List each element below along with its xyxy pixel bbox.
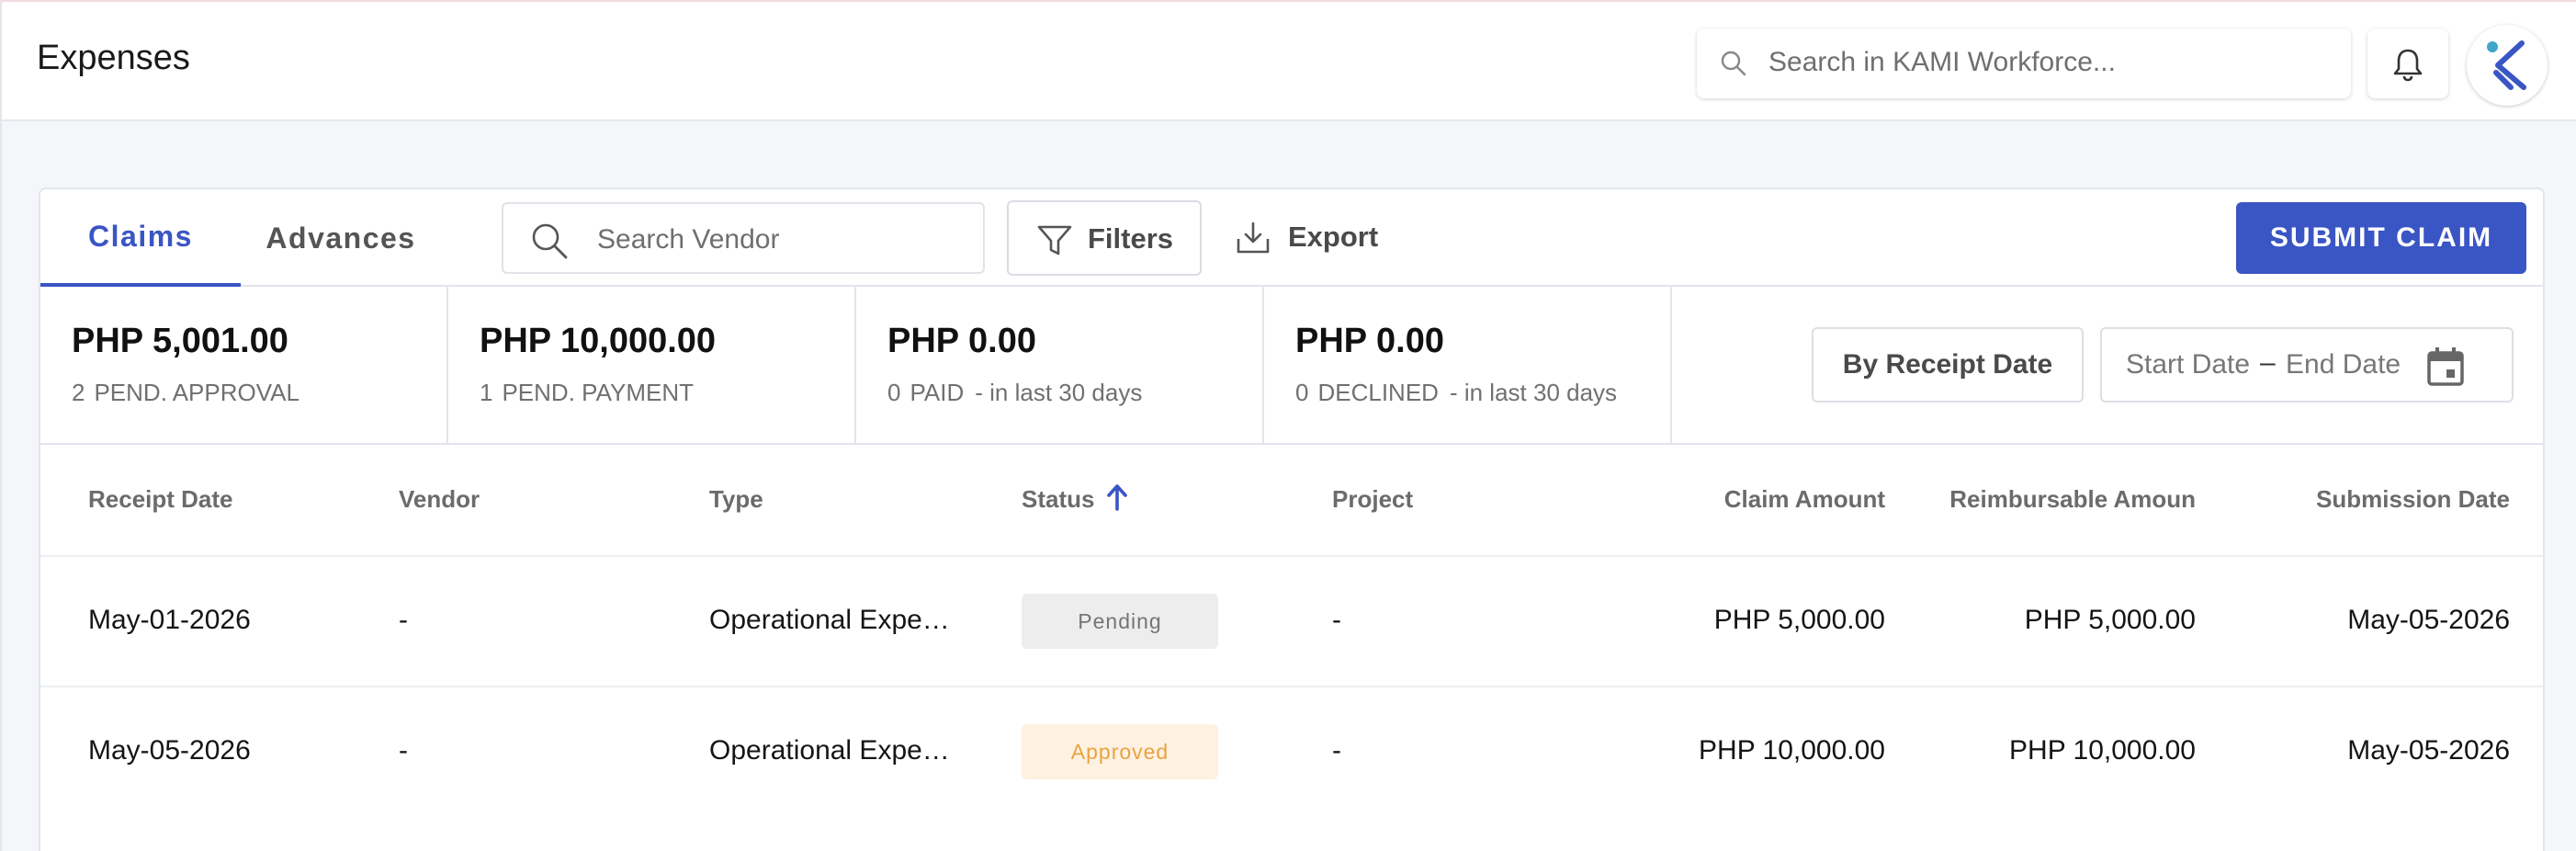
sort-ascending-icon[interactable] xyxy=(1106,483,1128,511)
summary-count: 1 xyxy=(480,379,493,406)
summary-amount: PHP 5,001.00 xyxy=(72,322,288,360)
summary-count: 0 xyxy=(1295,379,1309,406)
cell-reimbursable-amount: PHP 5,000.00 xyxy=(2024,605,2196,635)
bell-icon xyxy=(2393,49,2423,82)
summary-count: 2 xyxy=(72,379,85,406)
status-badge: Approved xyxy=(1022,724,1218,779)
cell-vendor: - xyxy=(399,735,408,766)
cell-type: Operational Expe… xyxy=(709,605,950,635)
summary-period: - in last 30 days xyxy=(1449,379,1618,406)
status-badge: Pending xyxy=(1022,594,1218,649)
filters-label: Filters xyxy=(1088,222,1174,255)
end-date-placeholder: End Date xyxy=(2286,349,2401,380)
cell-submission-date: May-05-2026 xyxy=(2347,605,2510,635)
cell-vendor: - xyxy=(399,605,408,635)
summary-paid[interactable]: PHP 0.00 0 PAID - in last 30 days xyxy=(856,287,1264,443)
cell-project: - xyxy=(1332,735,1341,766)
vendor-search-placeholder: Search Vendor xyxy=(597,224,780,255)
cell-reimbursable-amount: PHP 10,000.00 xyxy=(2009,735,2196,766)
calendar-icon[interactable] xyxy=(2425,346,2466,388)
column-project[interactable]: Project xyxy=(1332,485,1413,514)
start-date-placeholder: Start Date xyxy=(2126,349,2251,380)
global-search-placeholder: Search in KAMI Workforce... xyxy=(1768,47,2116,77)
column-submission-date[interactable]: Submission Date xyxy=(2316,485,2510,514)
summary-status: PEND. PAYMENT xyxy=(502,379,694,406)
date-separator: – xyxy=(2260,347,2276,378)
table-header: Receipt Date Vendor Type Status Project … xyxy=(40,445,2543,557)
top-header: Expenses Search in KAMI Workforce... xyxy=(2,2,2576,121)
kami-logo-icon xyxy=(2487,40,2526,90)
column-receipt-date[interactable]: Receipt Date xyxy=(88,485,233,514)
search-icon xyxy=(1719,49,1748,78)
cell-receipt-date: May-05-2026 xyxy=(88,735,251,766)
summary-amount: PHP 0.00 xyxy=(1295,322,1444,360)
summary-pending-approval[interactable]: PHP 5,001.00 2 PEND. APPROVAL xyxy=(40,287,448,443)
summary-status: PAID xyxy=(910,379,965,406)
export-label: Export xyxy=(1288,221,1379,253)
summary-caption: 1 PEND. PAYMENT xyxy=(480,379,694,407)
filters-button[interactable]: Filters xyxy=(1007,200,1202,276)
summary-declined[interactable]: PHP 0.00 0 DECLINED - in last 30 days xyxy=(1264,287,1672,443)
summary-count: 0 xyxy=(887,379,901,406)
date-range-picker[interactable]: Start Date – End Date xyxy=(2100,327,2514,403)
table-row[interactable]: May-05-2026 - Operational Expe… Approved… xyxy=(40,687,2543,818)
summary-caption: 0 PAID - in last 30 days xyxy=(887,379,1142,407)
cell-receipt-date: May-01-2026 xyxy=(88,605,251,635)
notifications-button[interactable] xyxy=(2367,28,2448,98)
column-status[interactable]: Status xyxy=(1022,485,1094,514)
by-receipt-date-button[interactable]: By Receipt Date xyxy=(1812,327,2084,403)
vendor-search-input[interactable]: Search Vendor xyxy=(502,202,985,274)
summary-pending-payment[interactable]: PHP 10,000.00 1 PEND. PAYMENT xyxy=(448,287,856,443)
column-claim-amount[interactable]: Claim Amount xyxy=(1724,485,1885,514)
cell-type: Operational Expe… xyxy=(709,735,950,766)
export-icon xyxy=(1237,221,1270,254)
cell-submission-date: May-05-2026 xyxy=(2347,735,2510,766)
summary-row: PHP 5,001.00 2 PEND. APPROVAL PHP 10,000.… xyxy=(40,287,2543,445)
cell-project: - xyxy=(1332,605,1341,635)
global-search-input[interactable]: Search in KAMI Workforce... xyxy=(1697,28,2351,98)
app-window: Expenses Search in KAMI Workforce... Cla… xyxy=(0,0,2576,851)
table-row[interactable]: May-01-2026 - Operational Expe… Pending … xyxy=(40,557,2543,687)
summary-status: PEND. APPROVAL xyxy=(94,379,299,406)
summary-amount: PHP 0.00 xyxy=(887,322,1036,360)
claims-toolbar: Claims Advances Search Vendor Filters Ex… xyxy=(40,189,2543,287)
summary-caption: 0 DECLINED - in last 30 days xyxy=(1295,379,1617,407)
tab-advances[interactable]: Advances xyxy=(241,189,441,287)
column-type[interactable]: Type xyxy=(709,485,763,514)
export-button[interactable]: Export xyxy=(1235,200,1400,276)
column-vendor[interactable]: Vendor xyxy=(399,485,480,514)
column-reimbursable-amount[interactable]: Reimbursable Amoun xyxy=(1949,485,2196,514)
summary-amount: PHP 10,000.00 xyxy=(480,322,717,360)
summary-period: - in last 30 days xyxy=(975,379,1143,406)
cell-claim-amount: PHP 10,000.00 xyxy=(1699,735,1885,766)
filter-icon xyxy=(1037,225,1072,255)
tab-claims[interactable]: Claims xyxy=(40,189,241,287)
user-avatar[interactable] xyxy=(2467,25,2548,106)
summary-status: DECLINED xyxy=(1317,379,1439,406)
search-icon xyxy=(532,223,568,259)
cell-claim-amount: PHP 5,000.00 xyxy=(1713,605,1885,635)
summary-caption: 2 PEND. APPROVAL xyxy=(72,379,299,407)
page-title: Expenses xyxy=(37,39,190,77)
claims-card: Claims Advances Search Vendor Filters Ex… xyxy=(39,187,2545,851)
submit-claim-button[interactable]: SUBMIT CLAIM xyxy=(2236,202,2526,274)
